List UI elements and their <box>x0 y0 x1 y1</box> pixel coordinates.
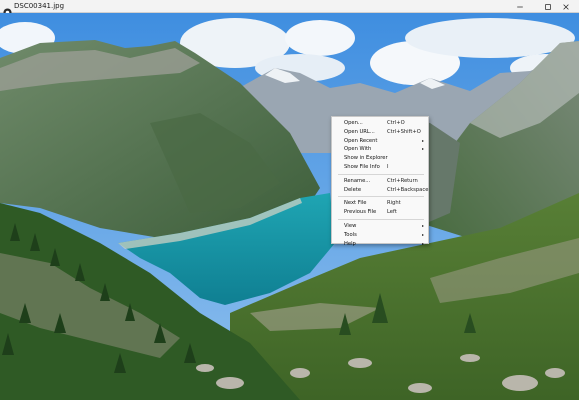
menu-item-help[interactable]: Help ▸ <box>332 240 428 249</box>
menu-item-open-recent[interactable]: Open Recent ▸ <box>332 137 428 146</box>
menu-group-submenus: View ▸ Tools ▸ Help ▸ <box>332 222 428 248</box>
submenu-arrow-icon: ▸ <box>421 240 424 246</box>
menu-separator <box>338 173 424 175</box>
menu-item-open[interactable]: Open... Ctrl+O <box>332 119 428 128</box>
menu-item-show-file-info[interactable]: Show File Info I <box>332 163 428 172</box>
title-bar[interactable]: DSC00341.jpg <box>0 0 579 17</box>
menu-item-delete[interactable]: Delete Ctrl+Backspace <box>332 186 428 195</box>
menu-separator <box>338 196 424 198</box>
window-title: DSC00341.jpg <box>14 2 65 10</box>
submenu-arrow-icon: ▸ <box>421 231 424 237</box>
submenu-arrow-icon: ▸ <box>421 222 424 228</box>
mountain-lake-photo <box>0 13 579 400</box>
submenu-arrow-icon: ▸ <box>421 137 424 143</box>
submenu-arrow-icon: ▸ <box>421 146 424 152</box>
menu-item-rename[interactable]: Rename... Ctrl+Return <box>332 177 428 186</box>
image-viewer-icon <box>3 2 12 17</box>
menu-item-previous-file[interactable]: Previous File Left <box>332 208 428 217</box>
menu-separator <box>338 218 424 220</box>
menu-item-tools[interactable]: Tools ▸ <box>332 231 428 240</box>
maximize-icon <box>545 3 551 10</box>
minimize-icon <box>517 6 523 7</box>
image-viewer-window: DSC00341.jpg Open... Ctrl+O Open URL... … <box>0 0 579 400</box>
menu-item-open-with[interactable]: Open With ▸ <box>332 145 428 154</box>
menu-item-open-url[interactable]: Open URL... Ctrl+Shift+O <box>332 128 428 137</box>
close-button[interactable] <box>553 0 579 13</box>
menu-group-navigate: Next File Right Previous File Left <box>332 199 428 217</box>
menu-group-file: Rename... Ctrl+Return Delete Ctrl+Backsp… <box>332 177 428 195</box>
menu-item-show-in-explorer[interactable]: Show in Explorer <box>332 154 428 163</box>
image-viewport[interactable] <box>0 13 579 400</box>
menu-item-next-file[interactable]: Next File Right <box>332 199 428 208</box>
minimize-button[interactable] <box>507 0 533 13</box>
menu-item-view[interactable]: View ▸ <box>332 222 428 231</box>
close-icon <box>563 3 569 10</box>
context-menu: Open... Ctrl+O Open URL... Ctrl+Shift+O … <box>331 116 429 247</box>
menu-group-open: Open... Ctrl+O Open URL... Ctrl+Shift+O … <box>332 119 428 172</box>
